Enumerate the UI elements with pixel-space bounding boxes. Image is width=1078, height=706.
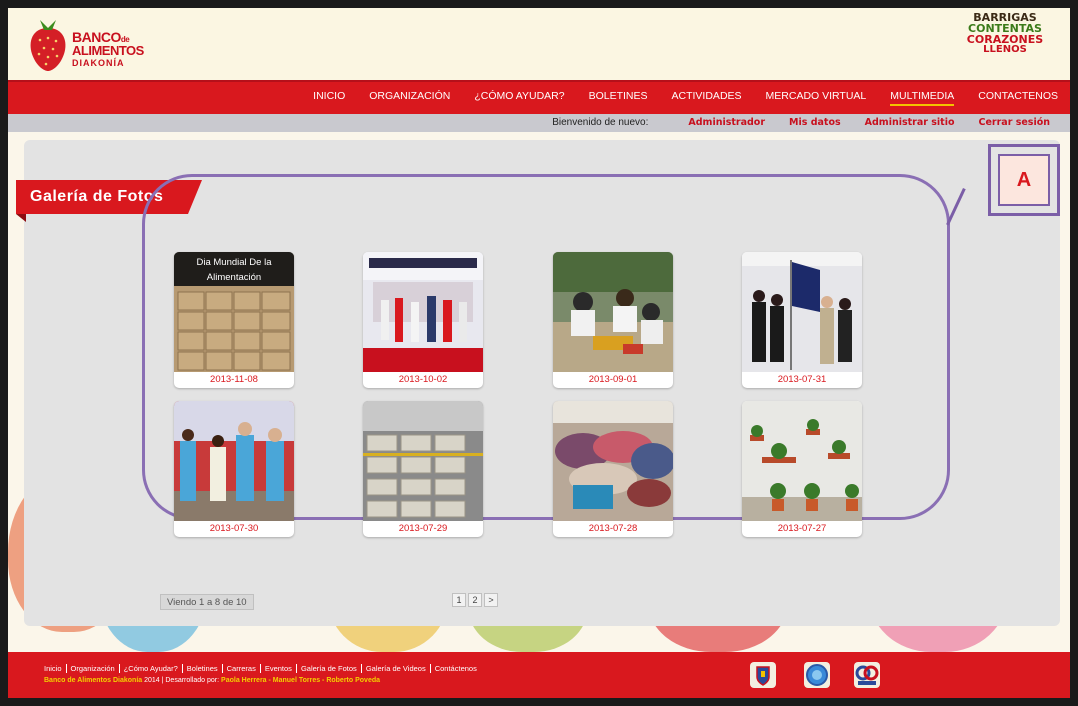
footer-link-carreras[interactable]: Carreras — [223, 664, 261, 673]
photo-thumb-7[interactable]: 2013-07-28 — [553, 401, 673, 537]
barrigas-contentas-logo: BARRIGAS CONTENTAS CORAZONES LLENOS — [966, 11, 1044, 55]
nav-item-organizacion[interactable]: ORGANIZACIÓN — [369, 90, 450, 106]
admin-link[interactable]: Administrador — [688, 117, 765, 128]
photo-thumb-8[interactable]: 2013-07-27 — [742, 401, 862, 537]
photo-date[interactable]: 2013-11-08 — [174, 374, 294, 385]
nav-item-boletines[interactable]: BOLETINES — [589, 90, 648, 106]
pagination: 1 2 > — [452, 593, 500, 607]
photo-caption: Dia Mundial De la Alimentación — [174, 252, 294, 286]
site-header: BANCOde ALIMENTOS DIAKONÍA BARRIGAS CONT… — [8, 8, 1070, 80]
photo-date[interactable]: 2013-09-01 — [553, 374, 673, 385]
photo-date[interactable]: 2013-07-27 — [742, 523, 862, 534]
strawberry-icon — [30, 20, 66, 71]
administrar-sitio-link[interactable]: Administrar sitio — [865, 117, 955, 128]
photo-event — [363, 252, 483, 372]
nav-item-multimedia[interactable]: MULTIMEDIA — [890, 90, 955, 106]
main-nav: INICIO ORGANIZACIÓN ¿CÓMO AYUDAR? BOLETI… — [8, 80, 1070, 114]
photo-date[interactable]: 2013-07-31 — [742, 374, 862, 385]
photo-warehouse — [363, 401, 483, 521]
annotation-label: A — [1016, 168, 1032, 191]
footer-credit: Banco de Alimentos Diakonía 2014 | Desar… — [44, 677, 381, 684]
nav-item-contactenos[interactable]: CONTACTENOS — [978, 90, 1058, 106]
user-bar: Bienvenido de nuevo: Administrador Mis d… — [8, 114, 1070, 132]
nav-item-como-ayudar[interactable]: ¿CÓMO AYUDAR? — [474, 90, 564, 106]
footer-link-galeria-videos[interactable]: Galería de Videos — [362, 664, 431, 673]
nav-item-actividades[interactable]: ACTIVIDADES — [672, 90, 742, 106]
photo-sorting — [553, 252, 673, 372]
footer-link-contactenos[interactable]: Contáctenos — [431, 664, 481, 673]
photo-thumb-1[interactable]: Dia Mundial De la Alimentación 2013-11-0… — [174, 252, 294, 388]
mis-datos-link[interactable]: Mis datos — [789, 117, 841, 128]
photo-date[interactable]: 2013-10-02 — [363, 374, 483, 385]
page-1-button[interactable]: 1 — [452, 593, 466, 607]
photo-date[interactable]: 2013-07-30 — [174, 523, 294, 534]
footer-link-como-ayudar[interactable]: ¿Cómo Ayudar? — [120, 664, 183, 673]
photo-group — [174, 401, 294, 521]
footer-links: Inicio Organización ¿Cómo Ayudar? Boleti… — [44, 664, 481, 673]
page-2-button[interactable]: 2 — [468, 593, 482, 607]
welcome-text: Bienvenido de nuevo: — [552, 117, 649, 128]
photo-thumb-4[interactable]: 2013-07-31 — [742, 252, 862, 388]
footer-link-organizacion[interactable]: Organización — [67, 664, 120, 673]
photo-thumb-2[interactable]: 2013-10-02 — [363, 252, 483, 388]
annotation-label-box: A — [988, 144, 1060, 216]
banco-alimentos-logo[interactable]: BANCOde ALIMENTOS DIAKONÍA — [26, 16, 146, 72]
nav-item-mercado-virtual[interactable]: MERCADO VIRTUAL — [766, 90, 867, 106]
vinculo-colectividad-icon[interactable] — [854, 662, 880, 688]
next-page-button[interactable]: > — [484, 593, 498, 607]
footer-link-galeria-fotos[interactable]: Galería de Fotos — [297, 664, 362, 673]
browser-page: BANCOde ALIMENTOS DIAKONÍA BARRIGAS CONT… — [8, 8, 1070, 698]
logo-text: BANCOde ALIMENTOS DIAKONÍA — [72, 29, 144, 68]
photo-thumb-3[interactable]: 2013-09-01 — [553, 252, 673, 388]
cerrar-sesion-link[interactable]: Cerrar sesión — [979, 117, 1051, 128]
photo-date[interactable]: 2013-07-29 — [363, 523, 483, 534]
gallery-title: Galería de Fotos — [30, 188, 164, 205]
footer-link-inicio[interactable]: Inicio — [44, 664, 67, 673]
photo-plants — [742, 401, 862, 521]
photo-thumb-6[interactable]: 2013-07-29 — [363, 401, 483, 537]
photo-flag — [742, 252, 862, 372]
photo-date[interactable]: 2013-07-28 — [553, 523, 673, 534]
university-shield-icon[interactable] — [750, 662, 776, 688]
photo-clothes — [553, 401, 673, 521]
site-footer: Inicio Organización ¿Cómo Ayudar? Boleti… — [8, 652, 1070, 698]
faculty-seal-icon[interactable] — [804, 662, 830, 688]
footer-link-boletines[interactable]: Boletines — [183, 664, 223, 673]
footer-link-eventos[interactable]: Eventos — [261, 664, 297, 673]
pagination-info: Viendo 1 a 8 de 10 — [160, 594, 254, 610]
photo-thumb-5[interactable]: 2013-07-30 — [174, 401, 294, 537]
nav-item-inicio[interactable]: INICIO — [313, 90, 345, 106]
